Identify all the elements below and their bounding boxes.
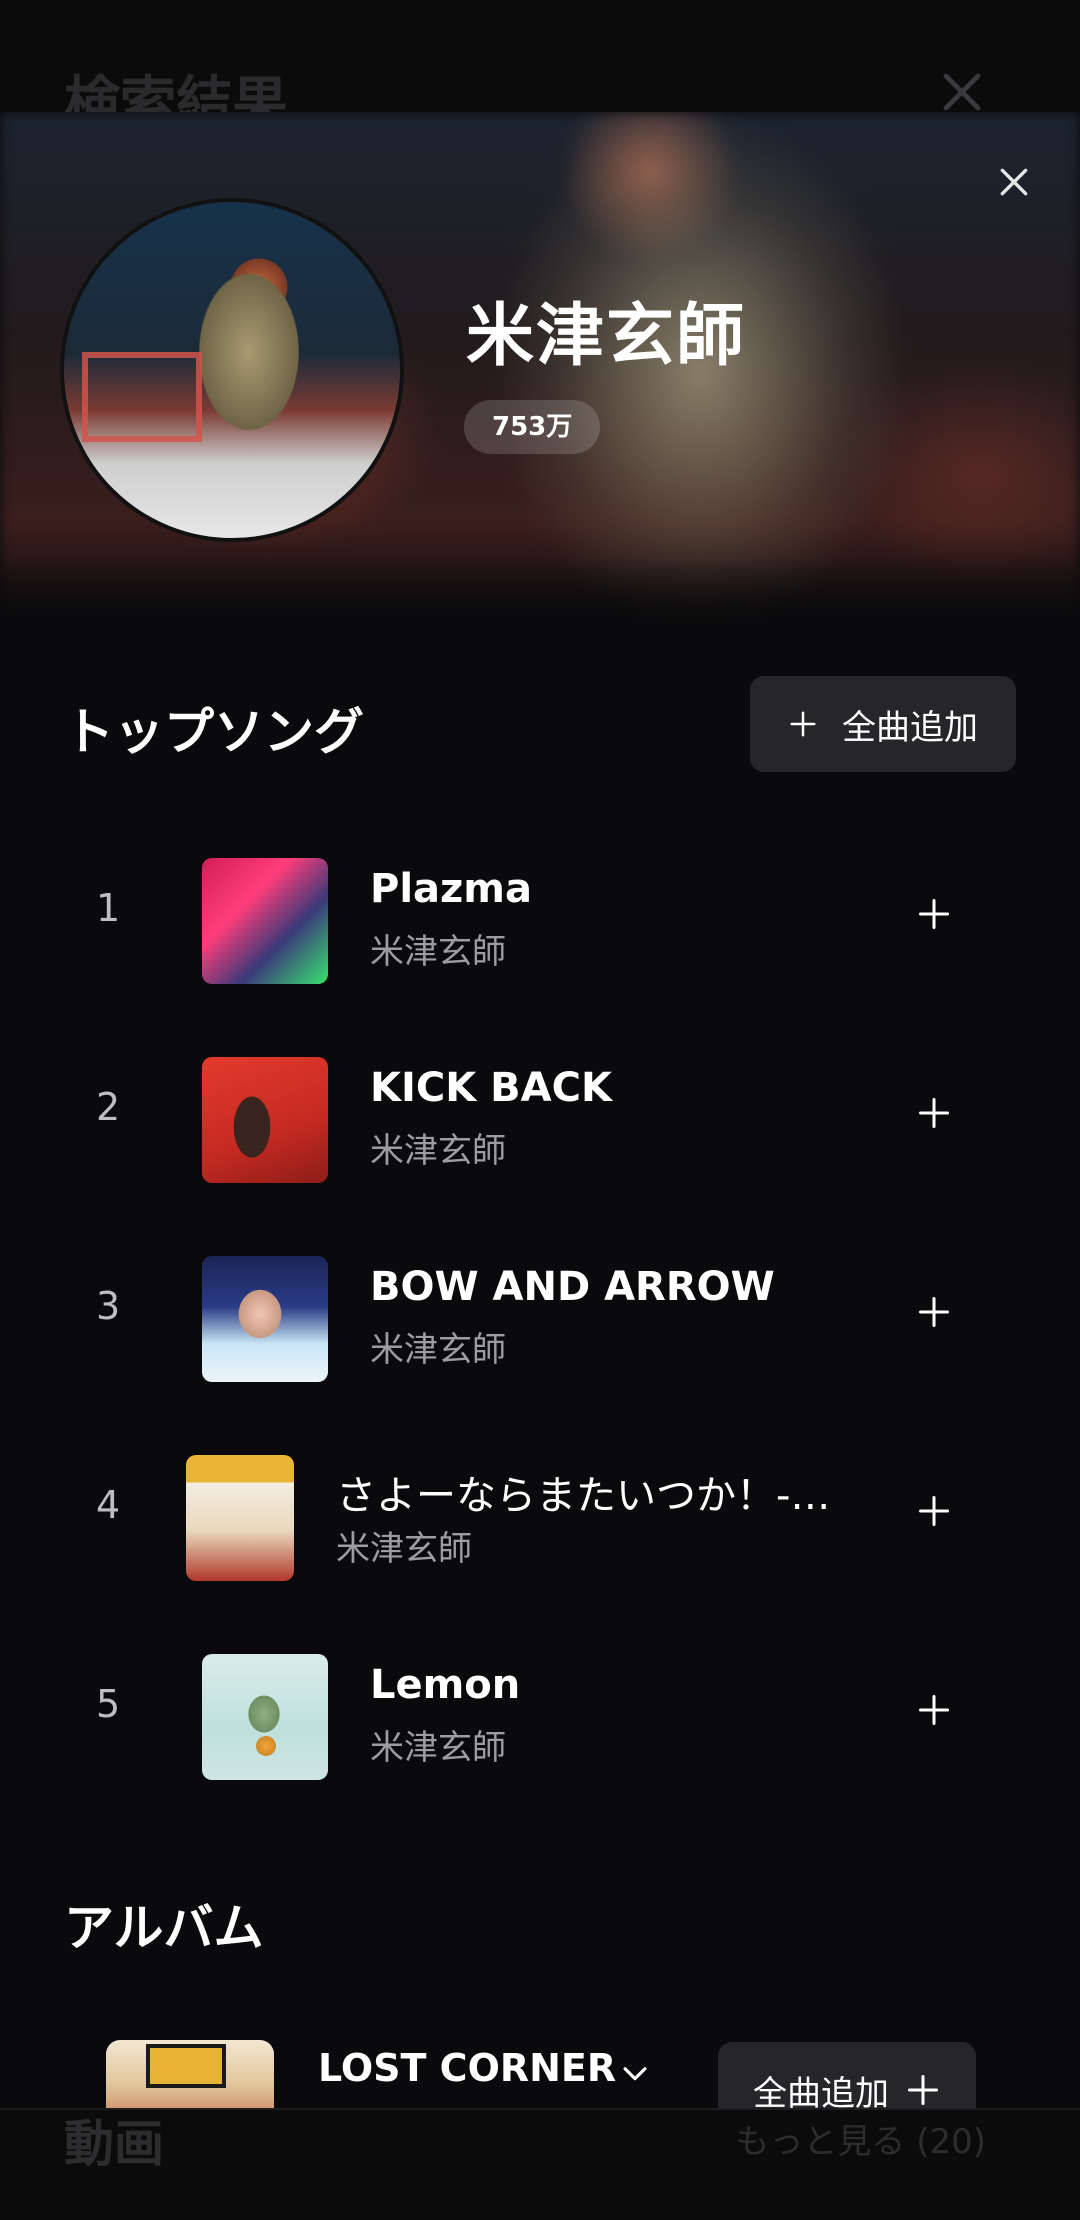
albums-title: アルバム: [64, 1899, 264, 1957]
song-title: BOW AND ARROW: [370, 1264, 775, 1310]
add-icon[interactable]: [916, 1493, 952, 1529]
song-artwork: [202, 1256, 328, 1382]
divider: [0, 2108, 1080, 2110]
song-artwork: [186, 1455, 294, 1581]
videos-section-title: 動画: [64, 2115, 164, 2173]
avatar-detail: [82, 352, 202, 442]
artist-name: 米津玄師: [466, 297, 747, 376]
song-artist: 米津玄師: [370, 1728, 506, 1768]
song-artwork: [202, 1654, 328, 1780]
top-songs-title: トップソング: [64, 703, 364, 761]
song-title: KICK BACK: [370, 1065, 612, 1111]
close-icon[interactable]: [938, 68, 986, 116]
song-artist: 米津玄師: [370, 1330, 506, 1370]
chevron-down-icon[interactable]: [618, 2056, 652, 2090]
artist-header: 米津玄師 753万: [0, 112, 1080, 627]
song-rank: 2: [96, 1085, 121, 1129]
song-row[interactable]: 2 KICK BACK 米津玄師: [0, 1033, 1080, 1193]
song-row[interactable]: 4 さよーならまたいつか！-… 米津玄師: [0, 1431, 1080, 1591]
album-artwork[interactable]: [106, 2040, 274, 2108]
song-rank: 4: [96, 1483, 121, 1527]
plus-icon: [790, 711, 816, 737]
song-artist: 米津玄師: [370, 932, 506, 972]
add-icon[interactable]: [916, 1095, 952, 1131]
song-title: Lemon: [370, 1662, 521, 1708]
album-add-all-button[interactable]: 全曲追加: [718, 2042, 976, 2108]
close-icon[interactable]: [994, 162, 1034, 202]
follower-count-badge: 753万: [464, 400, 601, 454]
song-title: さよーならまたいつか！-…: [336, 1473, 831, 1519]
song-row[interactable]: 1 Plazma 米津玄師: [0, 834, 1080, 994]
song-artist: 米津玄師: [370, 1131, 506, 1171]
album-title[interactable]: LOST CORNER: [318, 2046, 616, 2090]
artist-avatar: [60, 198, 404, 542]
add-icon[interactable]: [916, 896, 952, 932]
song-rank: 5: [96, 1682, 121, 1726]
song-artwork: [202, 1057, 328, 1183]
more-link[interactable]: もっと見る (20): [735, 2114, 986, 2163]
album-add-all-label: 全曲追加: [753, 2073, 889, 2109]
add-icon[interactable]: [916, 1692, 952, 1728]
song-row[interactable]: 3 BOW AND ARROW 米津玄師: [0, 1232, 1080, 1392]
header-fade: [0, 557, 1080, 627]
plus-icon: [908, 2075, 938, 2105]
artist-sheet: 米津玄師 753万 トップソング 全曲追加 1 Plazma 米津玄師 2 KI…: [0, 112, 1080, 2108]
song-title: Plazma: [370, 866, 532, 912]
song-rank: 3: [96, 1284, 121, 1328]
song-artist: 米津玄師: [336, 1529, 472, 1569]
add-all-label: 全曲追加: [842, 707, 978, 748]
add-all-songs-button[interactable]: 全曲追加: [750, 676, 1016, 772]
song-artwork: [202, 858, 328, 984]
song-row[interactable]: 5 Lemon 米津玄師: [0, 1630, 1080, 1790]
add-icon[interactable]: [916, 1294, 952, 1330]
album-artwork-detail: [146, 2044, 226, 2088]
song-rank: 1: [96, 886, 121, 930]
